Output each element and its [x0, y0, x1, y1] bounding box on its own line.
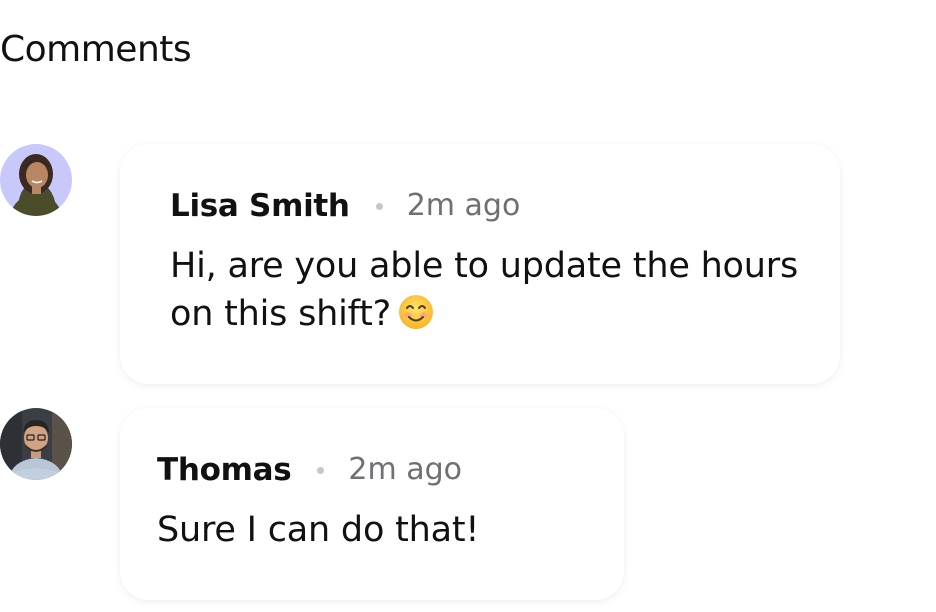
- comment-text: Sure I can do that!: [157, 510, 480, 550]
- avatar[interactable]: [0, 408, 72, 480]
- separator-dot: [317, 466, 325, 474]
- comment-text: Hi, are you able to update the hours on …: [170, 246, 798, 334]
- comment-body: Sure I can do that!: [157, 506, 617, 554]
- comment-timestamp: 2m ago: [406, 188, 521, 223]
- smiling-face-icon: [397, 293, 435, 344]
- comment-author[interactable]: Thomas: [157, 448, 292, 492]
- comment-meta: Thomas 2m ago: [157, 448, 462, 492]
- separator-dot: [375, 202, 383, 210]
- comment-meta: Lisa Smith 2m ago: [170, 184, 520, 228]
- avatar[interactable]: [0, 144, 72, 216]
- comment-timestamp: 2m ago: [348, 452, 463, 487]
- comment-author[interactable]: Lisa Smith: [170, 184, 350, 228]
- comment-card: Lisa Smith 2m ago Hi, are you able to up…: [120, 144, 840, 384]
- comment-body: Hi, are you able to update the hours on …: [170, 242, 810, 344]
- avatar-lisa-icon: [0, 144, 72, 216]
- comment-card: Thomas 2m ago Sure I can do that!: [120, 408, 624, 600]
- avatar-thomas-icon: [0, 408, 72, 480]
- comments-heading: Comments: [0, 29, 192, 70]
